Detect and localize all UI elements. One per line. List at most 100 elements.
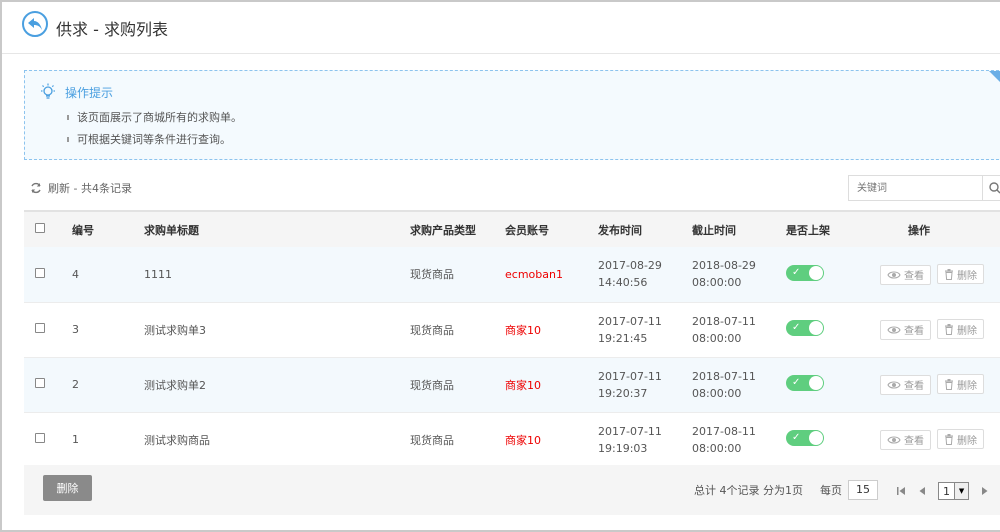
checkmark-icon: ✓	[792, 322, 801, 333]
row-checkbox[interactable]	[35, 323, 45, 333]
row-end-time: 2018-08-29 08:00:00	[692, 247, 786, 302]
checkmark-icon: ✓	[792, 266, 801, 278]
tips-title: 操作提示	[65, 85, 114, 100]
first-page-icon[interactable]	[896, 486, 906, 496]
column-header-account: 会员账号	[505, 223, 549, 237]
eye-icon	[887, 270, 901, 279]
row-publish-time: 2017-07-11 19:21:45	[598, 302, 692, 357]
delete-button[interactable]: 删除	[937, 319, 984, 340]
eye-icon	[887, 436, 901, 444]
end-clock: 08:00:00	[692, 386, 742, 400]
row-on-shelf: ✓	[786, 412, 880, 467]
back-button[interactable]	[22, 11, 48, 37]
trash-icon	[945, 323, 953, 335]
select-all-checkbox[interactable]	[35, 223, 45, 233]
on-shelf-toggle[interactable]: ✓	[786, 430, 824, 446]
refresh-toolbar[interactable]: 刷新 - 共4条记录	[30, 180, 132, 196]
row-end-time: 2018-07-11 08:00:00	[692, 357, 786, 412]
column-header-actions: 操作	[908, 223, 930, 237]
table-row: 4 1111 现货商品 ecmoban1 2017-08-29 14:40:56 2018-…	[24, 247, 1000, 302]
keyword-search-input[interactable]	[849, 176, 983, 200]
end-clock: 08:00:00	[692, 441, 742, 455]
back-arrow-icon	[28, 18, 42, 30]
row-actions: 查看 删除	[880, 302, 1000, 357]
row-id: 1	[72, 433, 79, 446]
delete-button[interactable]: 删除	[937, 374, 984, 395]
row-account[interactable]: 商家10	[505, 412, 598, 467]
row-on-shelf: ✓	[786, 302, 880, 357]
row-publish-time: 2017-07-11 19:19:03	[598, 412, 692, 467]
view-label: 查看	[904, 271, 924, 282]
delete-label: 删除	[957, 435, 977, 447]
end-date: 2018-08-29	[692, 259, 756, 273]
end-date: 2017-08-11	[692, 424, 756, 438]
table-header-row: 编号 求购单标题 求购产品类型 会员账号 发布时间 截止时间 是否上架 操作	[24, 211, 1000, 247]
next-page-icon[interactable]	[981, 486, 989, 496]
trash-icon	[945, 433, 953, 445]
page-select[interactable]: 1 ▼	[938, 482, 969, 500]
row-id: 2	[72, 378, 79, 391]
lightbulb-icon	[41, 83, 55, 99]
delete-label: 删除	[957, 380, 977, 392]
view-label: 查看	[904, 436, 924, 448]
page-title: 供求 - 求购列表	[56, 20, 168, 39]
per-page-input[interactable]: 15	[848, 480, 878, 500]
row-account[interactable]: ecmoban1	[505, 247, 598, 302]
publish-date: 2017-08-29	[598, 259, 662, 273]
row-type: 现货商品	[410, 268, 454, 282]
row-type: 现货商品	[410, 323, 454, 337]
view-button[interactable]: 查看	[880, 319, 931, 340]
on-shelf-toggle[interactable]: ✓	[786, 320, 824, 336]
delete-label: 删除	[957, 270, 977, 282]
publish-date: 2017-07-11	[598, 314, 662, 328]
eye-icon	[887, 381, 901, 389]
tip-item: 该页面展示了商城所有的求购单。	[67, 111, 242, 133]
row-type: 现货商品	[410, 378, 454, 392]
publish-clock: 19:19:03	[598, 441, 648, 455]
trash-icon	[945, 268, 953, 280]
row-id: 4	[72, 267, 79, 281]
end-date: 2018-07-11	[692, 314, 756, 328]
view-button[interactable]: 查看	[880, 264, 931, 285]
row-checkbox[interactable]	[35, 433, 45, 443]
table-footer: 删除 总计 4个记录 分为1页 每页 15 1 ▼	[24, 465, 1000, 515]
checkmark-icon: ✓	[792, 377, 801, 388]
delete-button[interactable]: 删除	[937, 264, 984, 284]
column-header-on-shelf: 是否上架	[786, 223, 830, 237]
view-label: 查看	[904, 326, 924, 338]
tips-corner-marker	[989, 71, 1000, 85]
on-shelf-toggle[interactable]: ✓	[786, 264, 824, 281]
refresh-label[interactable]: 刷新 - 共4条记录	[48, 180, 132, 196]
row-checkbox[interactable]	[35, 378, 45, 388]
prev-page-icon[interactable]	[918, 486, 926, 496]
row-checkbox[interactable]	[35, 267, 45, 278]
view-button[interactable]: 查看	[880, 374, 931, 395]
batch-delete-button[interactable]: 删除	[43, 475, 92, 501]
search-button[interactable]	[983, 176, 1000, 200]
row-type: 现货商品	[410, 433, 454, 447]
purchase-list-table: 编号 求购单标题 求购产品类型 会员账号 发布时间 截止时间 是否上架 操作 4…	[24, 210, 1000, 468]
row-end-time: 2018-07-11 08:00:00	[692, 302, 786, 357]
delete-button[interactable]: 删除	[937, 429, 984, 450]
refresh-icon[interactable]	[30, 182, 42, 194]
search-icon	[989, 182, 1000, 194]
row-account[interactable]: 商家10	[505, 357, 598, 412]
tip-item: 可根据关键词等条件进行查询。	[67, 133, 242, 155]
page-header: 供求 - 求购列表	[2, 2, 1000, 54]
end-clock: 08:00:00	[692, 276, 742, 290]
row-actions: 查看 删除	[880, 412, 1000, 467]
on-shelf-toggle[interactable]: ✓	[786, 375, 824, 391]
publish-clock: 19:21:45	[598, 331, 648, 345]
column-header-id[interactable]: 编号	[72, 211, 144, 247]
row-account[interactable]: 商家10	[505, 302, 598, 357]
publish-clock: 19:20:37	[598, 386, 648, 400]
row-title: 测试求购单2	[144, 378, 206, 392]
page-frame: 供求 - 求购列表 操作提示 该页面展示了商城所有的求购单。 可根据关键词等条件…	[0, 0, 1000, 532]
end-clock: 08:00:00	[692, 331, 742, 345]
view-button[interactable]: 查看	[880, 429, 931, 450]
row-publish-time: 2017-07-11 19:20:37	[598, 357, 692, 412]
search-box[interactable]	[848, 175, 1000, 201]
table-row: 3 测试求购单3 现货商品 商家10 2017-07-11 19:21:45 2018-07…	[24, 302, 1000, 357]
eye-icon	[887, 326, 901, 334]
column-header-end-time: 截止时间	[692, 223, 736, 237]
